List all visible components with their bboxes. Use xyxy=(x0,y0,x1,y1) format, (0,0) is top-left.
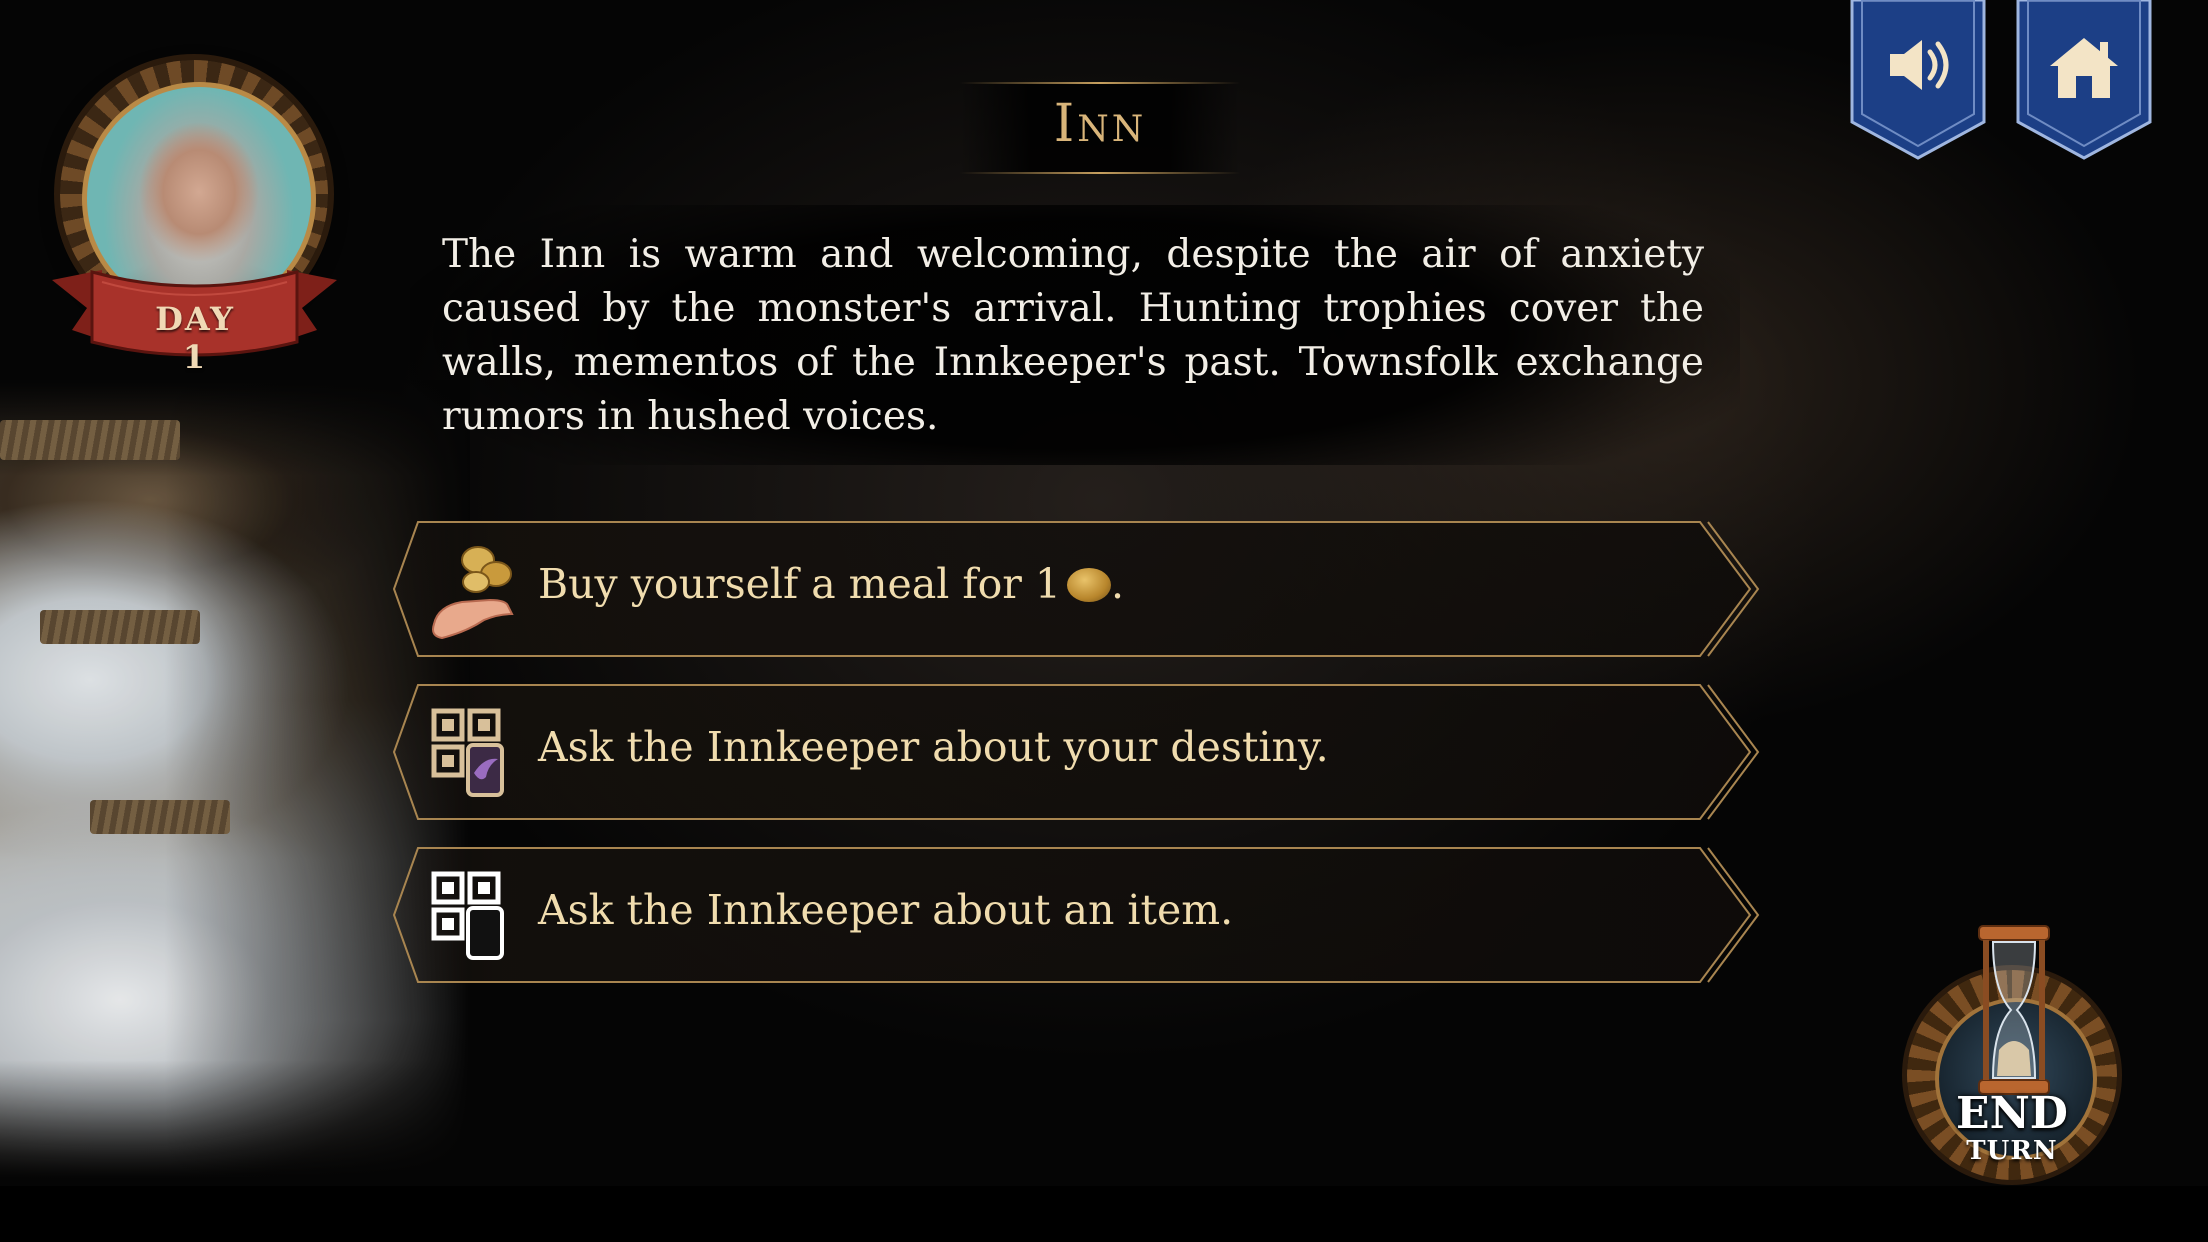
hourglass-icon xyxy=(1978,925,2050,1095)
choice-text: Buy yourself a meal for 1 xyxy=(538,560,1061,608)
end-turn-label: END xyxy=(1956,1088,2068,1139)
banner-frame xyxy=(1850,0,1986,160)
end-turn-button[interactable]: END TURN xyxy=(1895,920,2135,1180)
choice-text: Ask the Innkeeper about an item. xyxy=(538,886,1234,934)
coins-in-hand-icon xyxy=(432,546,514,640)
roof xyxy=(0,420,180,460)
banner-frame xyxy=(2016,0,2152,160)
gold-coin-icon xyxy=(1067,568,1111,602)
divider xyxy=(960,172,1240,174)
character-portrait[interactable]: DAY 1 xyxy=(52,52,337,376)
day-counter: DAY 1 xyxy=(155,300,235,376)
divider xyxy=(960,82,1240,84)
roof xyxy=(40,610,200,644)
end-turn-sublabel: TURN xyxy=(1966,1136,2058,1166)
choice-suffix: . xyxy=(1111,560,1125,608)
scene-description: The Inn is warm and welcoming, despite t… xyxy=(442,232,1704,439)
roof xyxy=(90,800,230,834)
choice-ask-destiny[interactable]: Ask the Innkeeper about your destiny. xyxy=(390,681,1760,823)
game-screen: DAY 1 Inn The Inn is warm and welcoming,… xyxy=(0,0,2208,1242)
sound-toggle-button[interactable] xyxy=(1848,0,1988,160)
qr-scan-destiny-icon xyxy=(431,708,504,797)
location-title-banner: Inn xyxy=(960,82,1240,174)
choice-text: Ask the Innkeeper about your destiny. xyxy=(538,723,1329,771)
page-title: Inn xyxy=(1053,94,1147,154)
home-button[interactable] xyxy=(2014,0,2154,160)
choice-ask-item[interactable]: Ask the Innkeeper about an item. xyxy=(390,844,1760,986)
qr-scan-phone-icon xyxy=(431,871,504,960)
choice-buy-meal[interactable]: Buy yourself a meal for 1. xyxy=(390,518,1760,660)
choice-label: Buy yourself a meal for 1. xyxy=(538,560,1124,608)
letterbox-bar xyxy=(0,1186,2208,1242)
